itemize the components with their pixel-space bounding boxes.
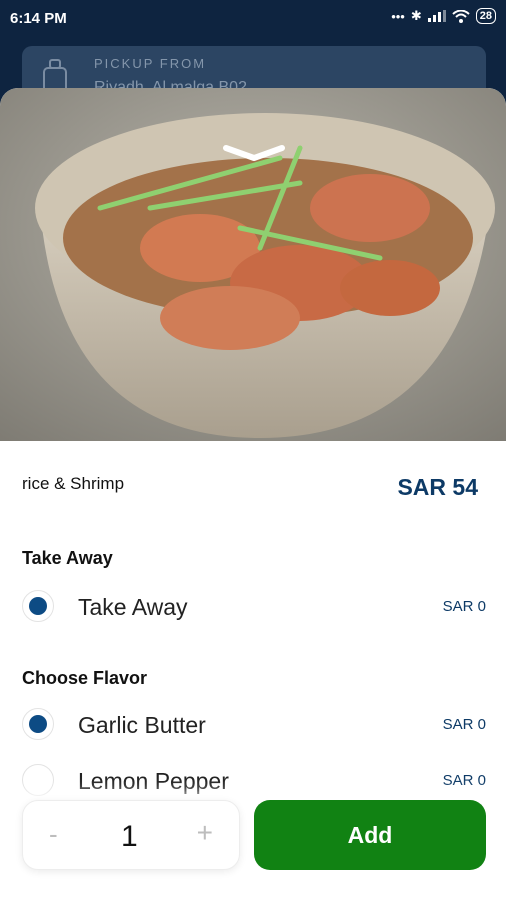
add-button[interactable]: Add [254,800,486,870]
product-price: SAR 54 [397,474,478,500]
option-name: Lemon Pepper [78,768,229,794]
option-take-away[interactable]: Take Away SAR 0 [22,588,486,624]
quantity-value: 1 [121,820,138,853]
option-lemon-pepper[interactable]: Lemon Pepper SAR 0 [22,762,486,798]
section-title-take-away: Take Away [22,548,113,568]
option-price: SAR 0 [442,772,486,789]
signal-icon [427,10,446,22]
option-price: SAR 0 [442,598,486,615]
option-garlic-butter[interactable]: Garlic Butter SAR 0 [22,706,486,742]
product-title: rice & Shrimp [22,474,125,493]
chevron-down-icon[interactable] [222,144,286,162]
bluetooth-icon: ✱ [410,8,422,23]
footer-bar: - 1 + Add [0,800,506,900]
radio-selected-dot [29,715,47,733]
status-time: 6:14 PM [10,10,67,27]
option-price: SAR 0 [442,716,486,733]
section-title-flavor: Choose Flavor [22,668,148,688]
pickup-label: PICKUP FROM [94,56,207,71]
option-name: Garlic Butter [78,712,206,738]
status-icons: ••• ✱ 28 [391,8,496,24]
radio-button[interactable] [22,764,54,796]
status-bar: 6:14 PM ••• ✱ 28 [0,0,506,38]
decrease-button[interactable]: - [49,819,58,850]
radio-selected-dot [29,597,47,615]
product-photo [0,88,506,441]
more-dots-icon: ••• [391,8,405,24]
quantity-stepper: - 1 + [22,800,240,870]
option-name: Take Away [78,594,188,620]
radio-button[interactable] [22,708,54,740]
battery-icon: 28 [475,8,496,24]
radio-button[interactable] [22,590,54,622]
increase-button[interactable]: + [197,817,213,849]
wifi-icon [452,9,470,23]
product-sheet: rice & Shrimp SAR 54 Take Away Take Away… [0,88,506,900]
